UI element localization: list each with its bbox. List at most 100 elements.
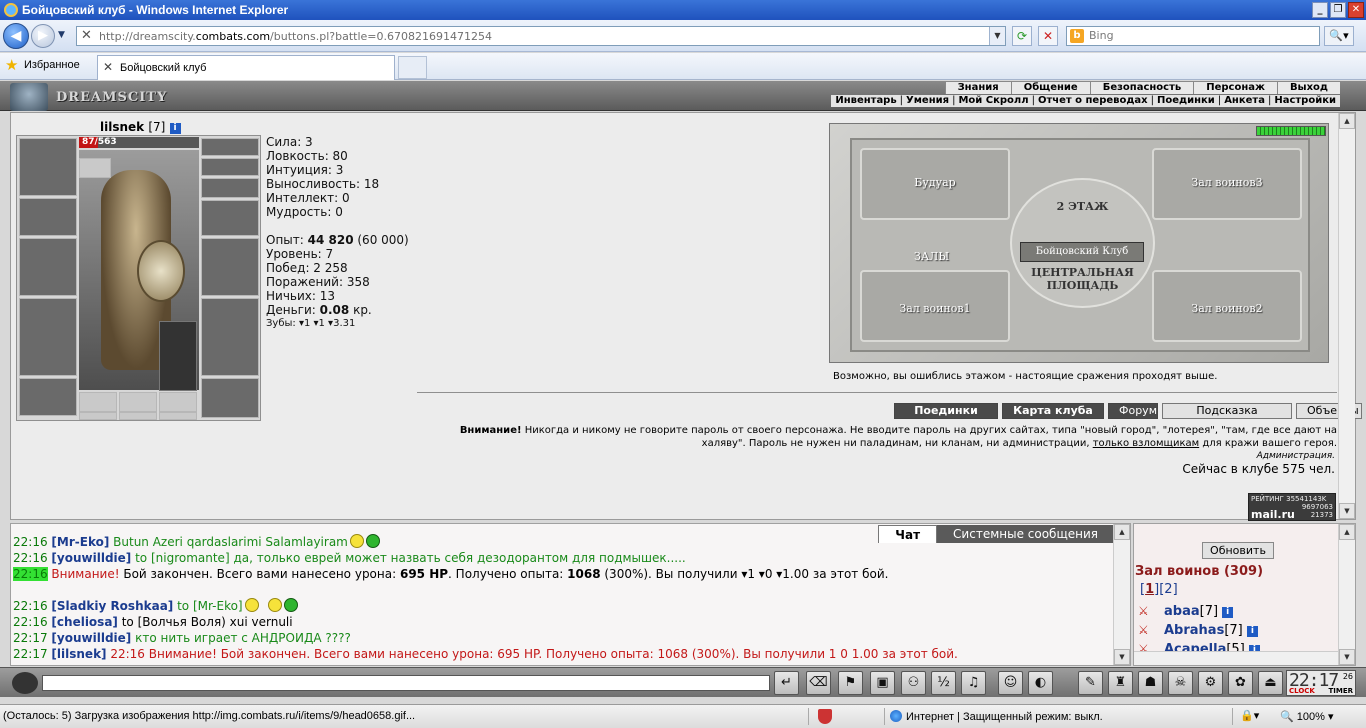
recent-pages-dropdown[interactable]: ▼ xyxy=(58,30,65,40)
sword-icon[interactable]: ⚔ xyxy=(1138,621,1164,640)
fraction-icon[interactable]: ½ xyxy=(931,671,956,695)
chat-time[interactable]: 22:17 xyxy=(13,647,48,661)
scroll-down-icon[interactable]: ▼ xyxy=(1339,503,1355,519)
quick-action-icon-1[interactable]: ✎ xyxy=(1078,671,1103,695)
chat-time[interactable]: 22:16 xyxy=(13,551,48,565)
clock-label[interactable]: CLOCK xyxy=(1289,687,1315,695)
quick-action-icon-3[interactable]: ☗ xyxy=(1138,671,1163,695)
room-hall2[interactable]: Зал воинов2 xyxy=(1152,270,1302,342)
earrings-slot[interactable] xyxy=(201,138,259,156)
map-central-square-label[interactable]: ЦЕНТРАЛЬНАЯ ПЛОЩАДЬ xyxy=(1012,266,1153,292)
info-icon[interactable]: i xyxy=(1246,626,1258,637)
chat-avatar-icon[interactable] xyxy=(12,672,38,694)
submenu-transfer-report[interactable]: Отчет о переводах xyxy=(1038,95,1148,107)
main-scrollbar[interactable]: ▲ ▼ xyxy=(1338,113,1355,519)
room-hall3[interactable]: Зал воинов3 xyxy=(1152,148,1302,220)
search-input[interactable]: b Bing xyxy=(1066,26,1320,46)
rings-slot[interactable] xyxy=(201,178,259,198)
page-link[interactable]: 2 xyxy=(1164,582,1172,597)
gloves-slot[interactable] xyxy=(201,200,259,236)
new-tab-button[interactable] xyxy=(398,56,427,79)
chat-time[interactable]: 22:16 xyxy=(13,599,48,613)
boots-slot[interactable] xyxy=(201,378,259,418)
exit-icon[interactable]: ⏏ xyxy=(1258,671,1283,695)
scroll-down-icon[interactable]: ▼ xyxy=(1114,649,1130,665)
back-button[interactable]: ◀ xyxy=(3,23,29,49)
clear-icon[interactable]: ⌫ xyxy=(806,671,831,695)
submenu-settings[interactable]: Настройки xyxy=(1274,95,1336,107)
scroll-up-icon[interactable]: ▲ xyxy=(1339,524,1355,540)
chat-nick[interactable]: [lilsnek] xyxy=(51,647,106,661)
chat-time[interactable]: 22:16 xyxy=(13,535,48,549)
scroll-slot-3[interactable] xyxy=(159,412,197,420)
quick-action-icon-6[interactable]: ✿ xyxy=(1228,671,1253,695)
smiley-icon[interactable]: ☺ xyxy=(998,671,1023,695)
map-club-button[interactable]: Бойцовский Клуб xyxy=(1020,242,1144,262)
sword-icon[interactable]: ⚔ xyxy=(1138,602,1164,621)
protected-mode-icon[interactable]: 🔒▾ xyxy=(1240,709,1259,722)
chat-input[interactable] xyxy=(42,675,770,691)
belt-slot[interactable] xyxy=(19,378,77,416)
chat-mode-icon[interactable]: ◐ xyxy=(1028,671,1053,695)
warning-link[interactable]: только взломщикам xyxy=(1093,438,1199,449)
effect-slot[interactable] xyxy=(79,158,111,178)
ring-slot-1[interactable] xyxy=(79,392,117,412)
browser-tab[interactable]: ✕ Бойцовский клуб xyxy=(97,55,395,80)
player-name[interactable]: Abrahas xyxy=(1164,623,1224,638)
close-button[interactable]: ✕ xyxy=(1348,2,1364,18)
scroll-up-icon[interactable]: ▲ xyxy=(1114,524,1130,540)
menu-communication[interactable]: Общение xyxy=(1010,82,1090,94)
forward-button[interactable]: ▶ xyxy=(31,24,55,48)
submenu-skills[interactable]: Умения xyxy=(906,95,949,107)
save-icon[interactable]: ▣ xyxy=(870,671,895,695)
bracers-slot[interactable] xyxy=(19,198,77,236)
url-input[interactable]: ✕ http://dreamscity. combats.com/buttons.… xyxy=(76,26,1006,46)
url-dropdown-icon[interactable]: ▼ xyxy=(989,27,1005,45)
chat-nick[interactable]: [Mr-Eko] xyxy=(51,535,109,549)
room-boudoir[interactable]: Будуар xyxy=(860,148,1010,220)
restore-button[interactable]: ❐ xyxy=(1330,2,1346,18)
ring-slot-3[interactable] xyxy=(159,392,197,412)
scroll-down-icon[interactable]: ▼ xyxy=(1339,649,1355,665)
menu-knowledge[interactable]: Знания xyxy=(944,82,1011,94)
favorites-button[interactable]: Избранное xyxy=(24,59,80,71)
chat-nick[interactable]: [youwilldie] xyxy=(51,551,131,565)
page-current[interactable]: 1 xyxy=(1145,582,1154,597)
filter-icon[interactable]: ⚑ xyxy=(838,671,863,695)
menu-character[interactable]: Персонаж xyxy=(1193,82,1277,94)
stop-icon[interactable]: ✕ xyxy=(1038,26,1058,46)
chat-nick[interactable]: [youwilldie] xyxy=(51,631,131,645)
quick-action-icon-5[interactable]: ⚙ xyxy=(1198,671,1223,695)
amulet-slot[interactable] xyxy=(201,158,259,176)
zoom-control[interactable]: 🔍 100% ▾ xyxy=(1280,710,1333,723)
weapon-right-slot[interactable] xyxy=(201,238,259,296)
quick-action-icon-2[interactable]: ♜ xyxy=(1108,671,1133,695)
chat-scrollbar[interactable]: ▲ ▼ xyxy=(1113,524,1130,665)
chat-time[interactable]: 22:16 xyxy=(13,567,48,581)
map-halls-label[interactable]: ЗАЛЫ xyxy=(914,250,949,263)
search-go-button[interactable]: 🔍▾ xyxy=(1324,26,1354,46)
duels-button[interactable]: Поединки xyxy=(894,403,998,419)
hint-button[interactable]: Подсказка xyxy=(1162,403,1292,419)
pants-slot[interactable] xyxy=(201,298,259,376)
scroll-up-icon[interactable]: ▲ xyxy=(1339,113,1355,129)
info-icon[interactable]: i xyxy=(1222,607,1234,618)
submenu-profile[interactable]: Анкета xyxy=(1224,95,1265,107)
weapon-left-slot[interactable] xyxy=(19,238,77,296)
map-floor2-label[interactable]: 2 ЭТАЖ xyxy=(1012,200,1153,213)
room-hall1[interactable]: Зал воинов1 xyxy=(860,270,1010,342)
menu-exit[interactable]: Выход xyxy=(1276,82,1340,94)
info-icon[interactable]: i xyxy=(169,123,181,134)
chat-time[interactable]: 22:16 xyxy=(13,615,48,629)
refresh-button[interactable]: Обновить xyxy=(1202,542,1274,559)
scroll-slot-2[interactable] xyxy=(119,412,157,420)
pet-cat-image[interactable] xyxy=(159,321,197,391)
chat-time[interactable]: 22:17 xyxy=(13,631,48,645)
minimize-button[interactable]: _ xyxy=(1312,2,1328,18)
walker-icon[interactable]: ⚇ xyxy=(901,671,926,695)
ring-slot-2[interactable] xyxy=(119,392,157,412)
timer-label[interactable]: TIMER xyxy=(1328,687,1353,695)
chat-nick[interactable]: [Sladkiy Roshkaa] xyxy=(51,599,173,613)
security-zone[interactable]: Интернет | Защищенный режим: выкл. xyxy=(890,710,1103,723)
send-icon[interactable]: ↵ xyxy=(774,671,799,695)
